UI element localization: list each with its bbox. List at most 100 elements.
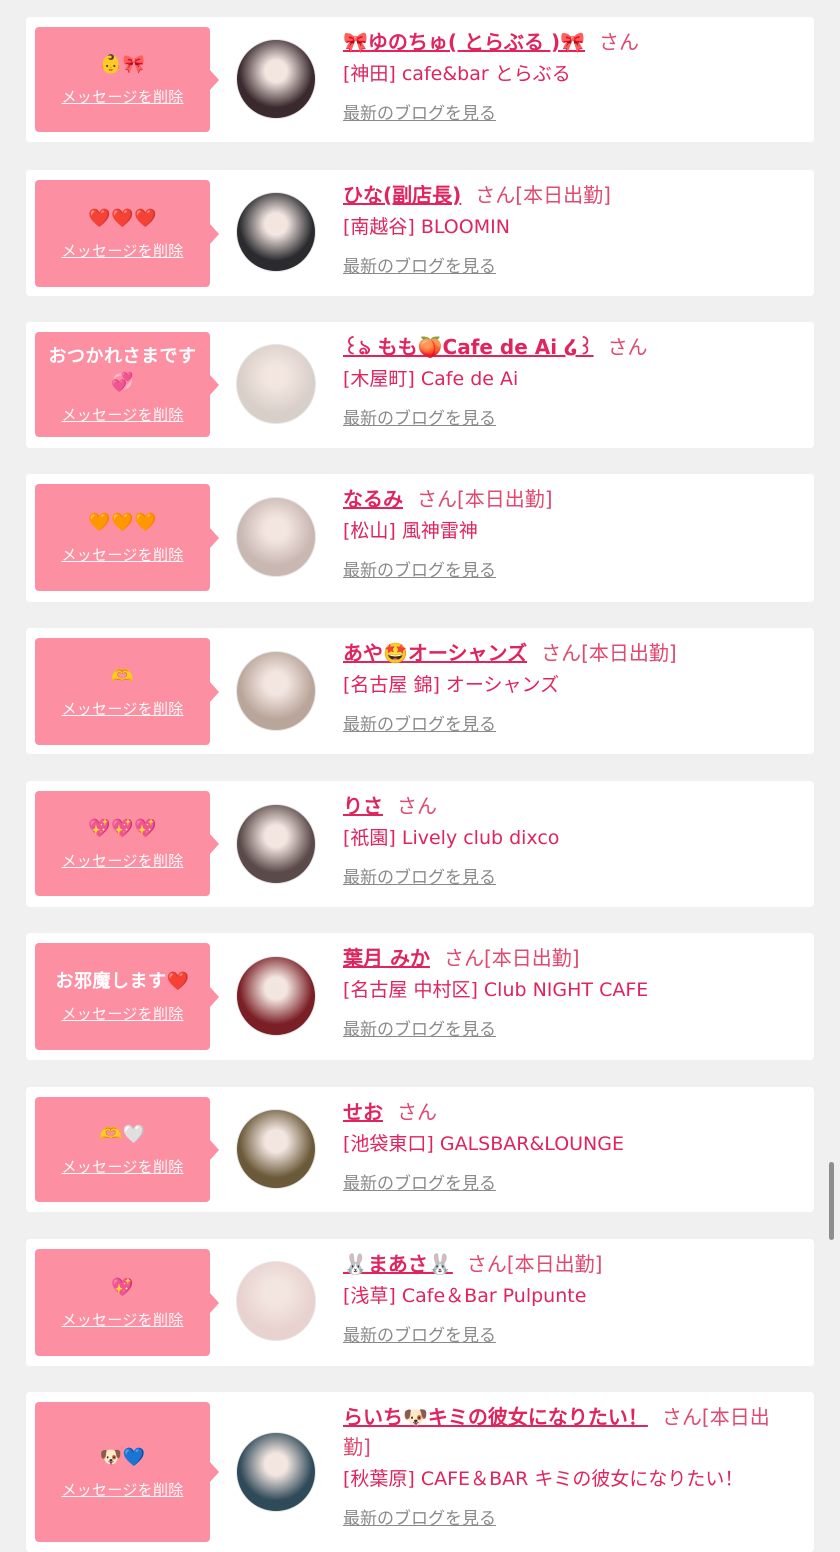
entry-info: ひな(副店長) さん[本日出勤] [南越谷] BLOOMIN 最新のブログを見る <box>343 180 796 277</box>
avatar[interactable] <box>236 1432 316 1512</box>
message-card: 💖💖💖 メッセージを削除 りさ さん [祇園] Lively club dixco… <box>26 781 814 907</box>
honorific: さん <box>397 1100 437 1124</box>
name-line: せお さん <box>343 1097 796 1127</box>
shop-info: [名古屋 中村区] Club NIGHT CAFE <box>343 979 649 1001</box>
delete-message-link[interactable]: メッセージを削除 <box>61 1309 183 1330</box>
cast-name-link[interactable]: あや🤩オーシャンズ <box>343 641 527 665</box>
avatar[interactable] <box>236 497 316 577</box>
delete-message-link[interactable]: メッセージを削除 <box>61 1156 183 1177</box>
avatar[interactable] <box>236 344 316 424</box>
avatar[interactable] <box>236 192 316 272</box>
cast-name-link[interactable]: 葉月 みか <box>343 946 430 970</box>
cast-name-link[interactable]: 🐰まあさ🐰 <box>343 1252 453 1276</box>
message-text: 👶🎀 <box>99 54 146 75</box>
message-text: 🫶 <box>111 666 134 687</box>
honorific: さん <box>466 1252 507 1276</box>
latest-blog-link[interactable]: 最新のブログを見る <box>343 1504 496 1529</box>
delete-message-link[interactable]: メッセージを削除 <box>61 1479 183 1500</box>
entry-info: 🎀ゆのちゅ( とらぶる )🎀 さん [神田] cafe&bar とらぶる 最新のブ… <box>343 27 796 124</box>
latest-blog-link[interactable]: 最新のブログを見る <box>343 556 496 581</box>
cast-name-link[interactable]: りさ <box>343 794 383 818</box>
message-card: 🧡🧡🧡 メッセージを削除 なるみ さん[本日出勤] [松山] 風神雷神 最新のブロ… <box>26 474 814 602</box>
latest-blog-link[interactable]: 最新のブログを見る <box>343 1321 496 1346</box>
avatar[interactable] <box>236 1109 316 1189</box>
message-bubble: 🫶🤍 メッセージを削除 <box>35 1097 219 1202</box>
message-card: お邪魔します❤️ メッセージを削除 葉月 みか さん[本日出勤] [名古屋 中村区… <box>26 933 814 1060</box>
message-bubble: 🫶 メッセージを削除 <box>35 638 219 745</box>
delete-message-link[interactable]: メッセージを削除 <box>61 850 183 871</box>
message-bubble: お邪魔します❤️ メッセージを削除 <box>35 943 219 1050</box>
message-bubble: 💖💖💖 メッセージを削除 <box>35 791 219 896</box>
message-text: 🐶💙 <box>99 1446 146 1468</box>
honorific: さん <box>475 183 516 207</box>
shop-info: [木屋町] Cafe de Ai <box>343 368 519 390</box>
name-line: 🎀ゆのちゅ( とらぶる )🎀 さん <box>343 27 796 57</box>
shift-badge: [本日出勤] <box>457 487 553 511</box>
message-text: 💖💖💖 <box>88 818 157 839</box>
cast-name-link[interactable]: ꒰ঌ もも🍑Cafe de Ai ໒꒱ <box>343 335 594 359</box>
avatar[interactable] <box>236 956 316 1036</box>
message-text: お邪魔します❤️ <box>55 971 190 992</box>
delete-message-link[interactable]: メッセージを削除 <box>61 698 183 719</box>
shop-info: [秋葉原] CAFE＆BAR キミの彼女になりたい！ <box>343 1468 744 1490</box>
message-card: 🫶 メッセージを削除 あや🤩オーシャンズ さん[本日出勤] [名古屋 錦] オーシ… <box>26 628 814 754</box>
message-bubble: 🧡🧡🧡 メッセージを削除 <box>35 484 219 591</box>
name-line: りさ さん <box>343 791 796 821</box>
avatar[interactable] <box>236 804 316 884</box>
avatar[interactable] <box>236 39 316 119</box>
shop-info: [祇園] Lively club dixco <box>343 827 560 849</box>
name-line: らいち🐶キミの彼女になりたい！ さん[本日出勤] <box>343 1402 796 1462</box>
shop-info: [池袋東口] GALSBAR&LOUNGE <box>343 1133 624 1155</box>
name-line: 🐰まあさ🐰 さん[本日出勤] <box>343 1249 796 1279</box>
shop-info: [浅草] Cafe＆Bar Pulpunte <box>343 1285 587 1307</box>
delete-message-link[interactable]: メッセージを削除 <box>61 544 183 565</box>
shift-badge: [本日出勤] <box>515 183 611 207</box>
cast-name-link[interactable]: らいち🐶キミの彼女になりたい！ <box>343 1405 648 1429</box>
delete-message-link[interactable]: メッセージを削除 <box>61 404 183 425</box>
delete-message-link[interactable]: メッセージを削除 <box>61 86 183 107</box>
message-bubble: ❤️❤️❤️ メッセージを削除 <box>35 180 219 287</box>
message-card: 🫶🤍 メッセージを削除 せお さん [池袋東口] GALSBAR&LOUNGE 最… <box>26 1087 814 1212</box>
honorific: さん <box>397 794 437 818</box>
message-card: 👶🎀 メッセージを削除 🎀ゆのちゅ( とらぶる )🎀 さん [神田] cafe&b… <box>26 17 814 142</box>
message-bubble: おつかれさまです💞 メッセージを削除 <box>35 332 219 437</box>
shop-info: [名古屋 錦] オーシャンズ <box>343 674 560 696</box>
delete-message-link[interactable]: メッセージを削除 <box>61 240 183 261</box>
message-card: ❤️❤️❤️ メッセージを削除 ひな(副店長) さん[本日出勤] [南越谷] BL… <box>26 170 814 296</box>
avatar[interactable] <box>236 1261 316 1341</box>
shop-info: [南越谷] BLOOMIN <box>343 216 510 238</box>
name-line: 葉月 みか さん[本日出勤] <box>343 943 796 973</box>
latest-blog-link[interactable]: 最新のブログを見る <box>343 863 496 888</box>
latest-blog-link[interactable]: 最新のブログを見る <box>343 1169 496 1194</box>
latest-blog-link[interactable]: 最新のブログを見る <box>343 252 496 277</box>
latest-blog-link[interactable]: 最新のブログを見る <box>343 710 496 735</box>
shift-badge: [本日出勤] <box>506 1252 603 1276</box>
delete-message-link[interactable]: メッセージを削除 <box>61 1003 183 1024</box>
message-text: 💖 <box>111 1277 134 1298</box>
entry-info: なるみ さん[本日出勤] [松山] 風神雷神 最新のブログを見る <box>343 484 796 581</box>
shop-info: [神田] cafe&bar とらぶる <box>343 63 571 85</box>
cast-name-link[interactable]: ひな(副店長) <box>343 183 461 207</box>
shift-badge: [本日出勤] <box>581 641 677 665</box>
entry-info: 葉月 みか さん[本日出勤] [名古屋 中村区] Club NIGHT CAFE … <box>343 943 796 1040</box>
message-card: 💖 メッセージを削除 🐰まあさ🐰 さん[本日出勤] [浅草] Cafe＆Bar P… <box>26 1239 814 1366</box>
message-text: 🫶🤍 <box>99 1124 146 1145</box>
scrollbar[interactable] <box>829 1162 834 1240</box>
honorific: さん <box>661 1405 702 1429</box>
latest-blog-link[interactable]: 最新のブログを見る <box>343 1015 496 1040</box>
avatar[interactable] <box>236 651 316 731</box>
honorific: さん <box>607 335 648 359</box>
latest-blog-link[interactable]: 最新のブログを見る <box>343 99 496 124</box>
name-line: なるみ さん[本日出勤] <box>343 484 796 514</box>
entry-info: せお さん [池袋東口] GALSBAR&LOUNGE 最新のブログを見る <box>343 1097 796 1194</box>
message-text: おつかれさまです💞 <box>48 346 197 393</box>
message-text: ❤️❤️❤️ <box>88 208 157 229</box>
cast-name-link[interactable]: 🎀ゆのちゅ( とらぶる )🎀 <box>343 30 585 54</box>
cast-name-link[interactable]: なるみ <box>343 487 403 511</box>
cast-name-link[interactable]: せお <box>343 1100 383 1124</box>
entry-info: ꒰ঌ もも🍑Cafe de Ai ໒꒱ さん [木屋町] Cafe de Ai 最… <box>343 332 796 429</box>
latest-blog-link[interactable]: 最新のブログを見る <box>343 404 496 429</box>
message-text: 🧡🧡🧡 <box>88 512 157 533</box>
name-line: ꒰ঌ もも🍑Cafe de Ai ໒꒱ さん <box>343 332 796 362</box>
message-card: おつかれさまです💞 メッセージを削除 ꒰ঌ もも🍑Cafe de Ai ໒꒱ さん… <box>26 322 814 448</box>
